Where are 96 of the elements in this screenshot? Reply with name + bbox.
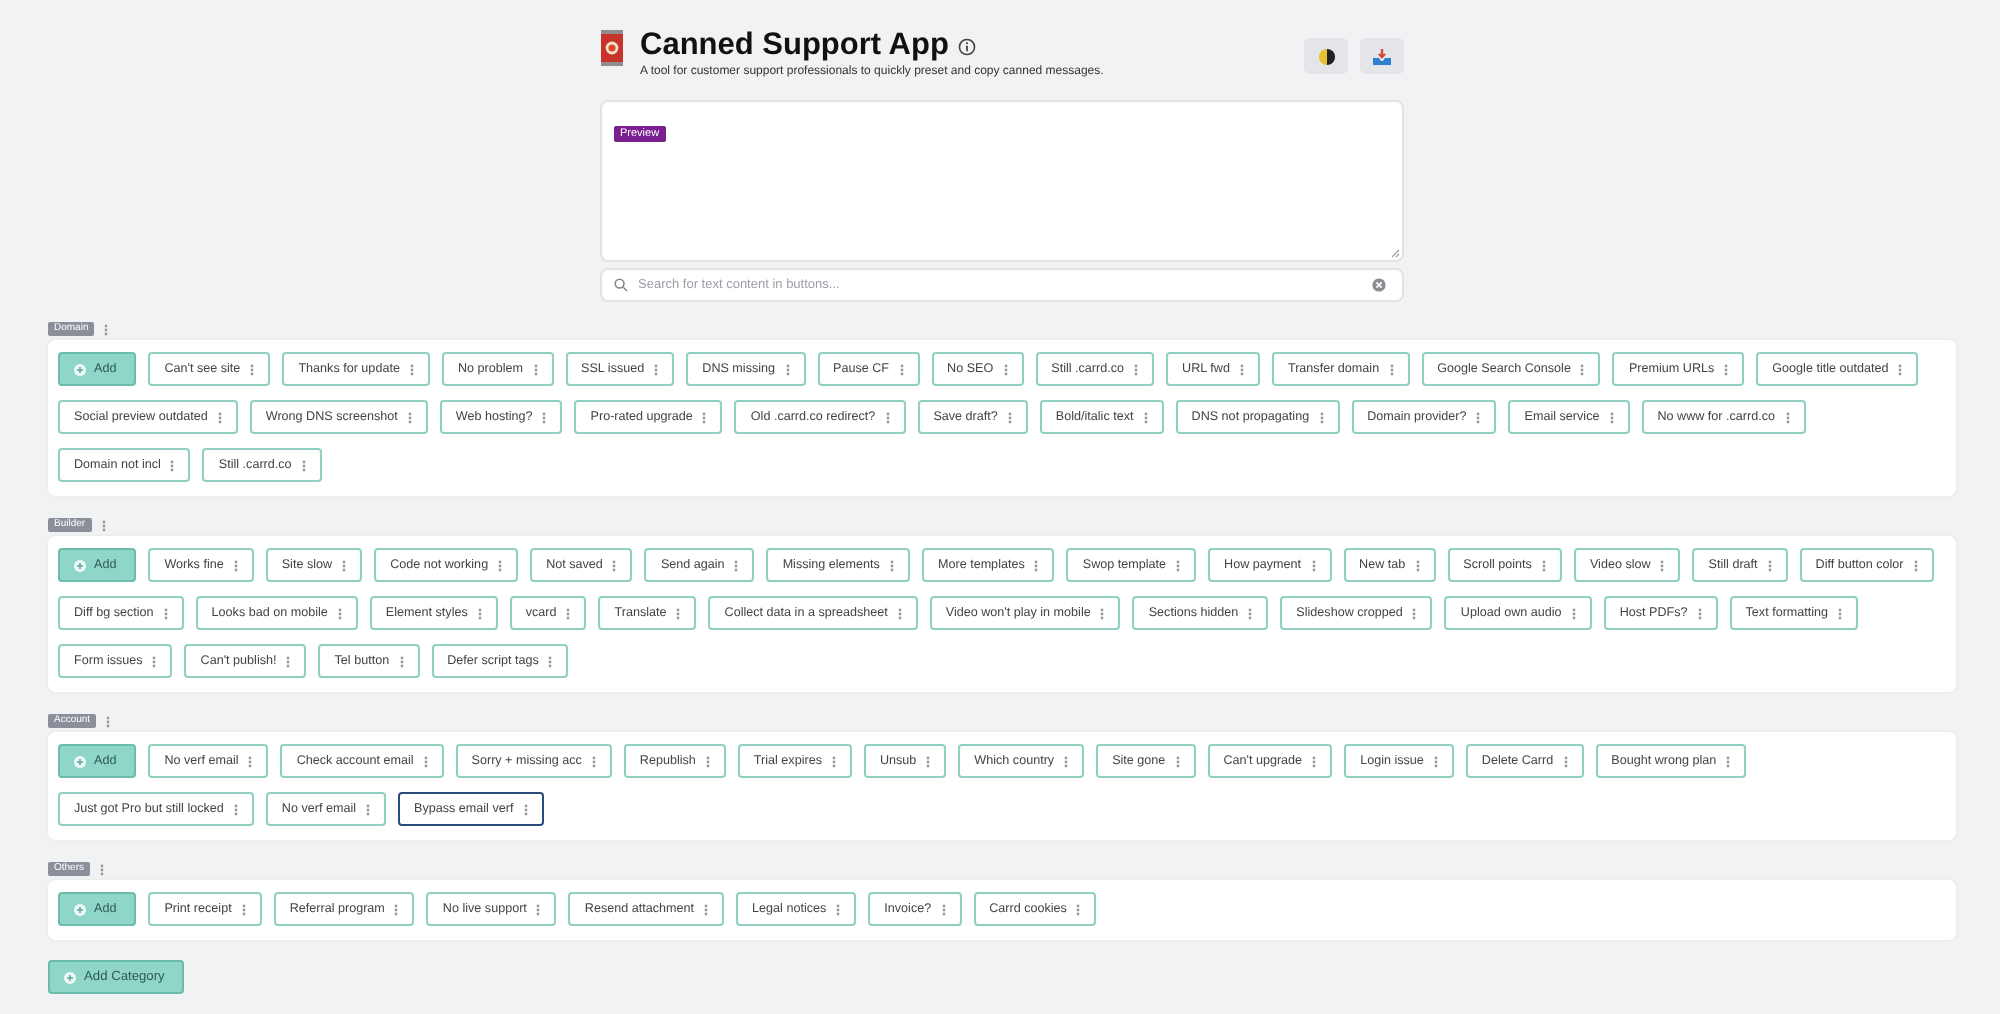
soup-can-icon [600,28,624,68]
plus-circle-icon [74,363,86,375]
vertical-dots-icon[interactable] [654,363,659,375]
vertical-dots-icon[interactable] [394,903,399,915]
vertical-dots-icon[interactable] [536,903,541,915]
vertical-dots-icon[interactable] [1767,559,1772,571]
vertical-dots-icon[interactable] [1239,363,1244,375]
search-icon [614,278,628,292]
vertical-dots-icon[interactable] [106,715,111,727]
vertical-dots-icon[interactable] [831,755,836,767]
theme-toggle-button[interactable] [1304,38,1348,74]
vertical-dots-icon[interactable] [1248,607,1253,619]
half-circle-icon [1317,47,1335,65]
vertical-dots-icon[interactable] [163,607,168,619]
vertical-dots-icon[interactable] [250,363,255,375]
vertical-dots-icon[interactable] [1541,559,1546,571]
vertical-dots-icon[interactable] [676,607,681,619]
vertical-dots-icon[interactable] [734,559,739,571]
vertical-dots-icon[interactable] [477,607,482,619]
vertical-dots-icon[interactable] [301,459,306,471]
vertical-dots-icon[interactable] [1064,755,1069,767]
vertical-dots-icon[interactable] [1660,559,1665,571]
plus-circle-icon [74,755,86,767]
vertical-dots-icon[interactable] [1319,411,1324,423]
vertical-dots-icon[interactable] [897,607,902,619]
vertical-dots-icon[interactable] [523,803,528,815]
vertical-dots-icon[interactable] [1726,755,1731,767]
vertical-dots-icon[interactable] [1415,559,1420,571]
vertical-dots-icon[interactable] [233,559,238,571]
vertical-dots-icon[interactable] [1609,411,1614,423]
plus-circle-icon [74,559,86,571]
vertical-dots-icon[interactable] [498,559,503,571]
vertical-dots-icon[interactable] [566,607,571,619]
inbox-arrow-icon [1372,47,1392,65]
vertical-dots-icon[interactable] [705,755,710,767]
vertical-dots-icon[interactable] [1311,559,1316,571]
vertical-dots-icon[interactable] [533,363,538,375]
vertical-dots-icon[interactable] [407,411,412,423]
vertical-dots-icon[interactable] [1389,363,1394,375]
vertical-dots-icon[interactable] [1176,559,1181,571]
vertical-dots-icon[interactable] [899,363,904,375]
vertical-dots-icon[interactable] [248,755,253,767]
vertical-dots-icon[interactable] [1134,363,1139,375]
vertical-dots-icon[interactable] [1785,411,1790,423]
vertical-dots-icon[interactable] [1007,411,1012,423]
vertical-dots-icon[interactable] [1838,607,1843,619]
plus-circle-icon [74,903,86,915]
vertical-dots-icon[interactable] [548,655,553,667]
vertical-dots-icon[interactable] [885,411,890,423]
clear-icon[interactable] [1372,278,1386,292]
vertical-dots-icon[interactable] [1175,755,1180,767]
vertical-dots-icon[interactable] [104,323,109,335]
vertical-dots-icon[interactable] [926,755,931,767]
vertical-dots-icon[interactable] [241,903,246,915]
vertical-dots-icon[interactable] [702,411,707,423]
vertical-dots-icon[interactable] [836,903,841,915]
vertical-dots-icon[interactable] [1697,607,1702,619]
vertical-dots-icon[interactable] [785,363,790,375]
vertical-dots-icon[interactable] [399,655,404,667]
vertical-dots-icon[interactable] [1143,411,1148,423]
vertical-dots-icon[interactable] [342,559,347,571]
plus-circle-icon [64,971,76,983]
vertical-dots-icon[interactable] [1913,559,1918,571]
vertical-dots-icon[interactable] [591,755,596,767]
vertical-dots-icon[interactable] [233,803,238,815]
vertical-dots-icon[interactable] [423,755,428,767]
vertical-dots-icon[interactable] [152,655,157,667]
vertical-dots-icon[interactable] [889,559,894,571]
vertical-dots-icon[interactable] [1571,607,1576,619]
vertical-dots-icon[interactable] [1003,363,1008,375]
vertical-dots-icon[interactable] [704,903,709,915]
vertical-dots-icon[interactable] [941,903,946,915]
vertical-dots-icon[interactable] [337,607,342,619]
vertical-dots-icon[interactable] [1076,903,1081,915]
vertical-dots-icon[interactable] [409,363,414,375]
vertical-dots-icon[interactable] [286,655,291,667]
vertical-dots-icon[interactable] [101,519,106,531]
vertical-dots-icon[interactable] [1412,607,1417,619]
vertical-dots-icon[interactable] [170,459,175,471]
info-icon[interactable] [958,37,977,55]
vertical-dots-icon[interactable] [1433,755,1438,767]
vertical-dots-icon[interactable] [1476,411,1481,423]
vertical-dots-icon[interactable] [542,411,547,423]
resize-grip-icon[interactable] [1390,248,1400,258]
vertical-dots-icon[interactable] [1898,363,1903,375]
vertical-dots-icon[interactable] [1563,755,1568,767]
download-button[interactable] [1360,38,1404,74]
vertical-dots-icon[interactable] [100,863,105,875]
vertical-dots-icon[interactable] [1100,607,1105,619]
vertical-dots-icon[interactable] [1312,755,1317,767]
vertical-dots-icon[interactable] [612,559,617,571]
app-title: Canned Support App [640,28,949,64]
vertical-dots-icon[interactable] [1034,559,1039,571]
vertical-dots-icon[interactable] [217,411,222,423]
vertical-dots-icon[interactable] [1724,363,1729,375]
vertical-dots-icon[interactable] [1580,363,1585,375]
